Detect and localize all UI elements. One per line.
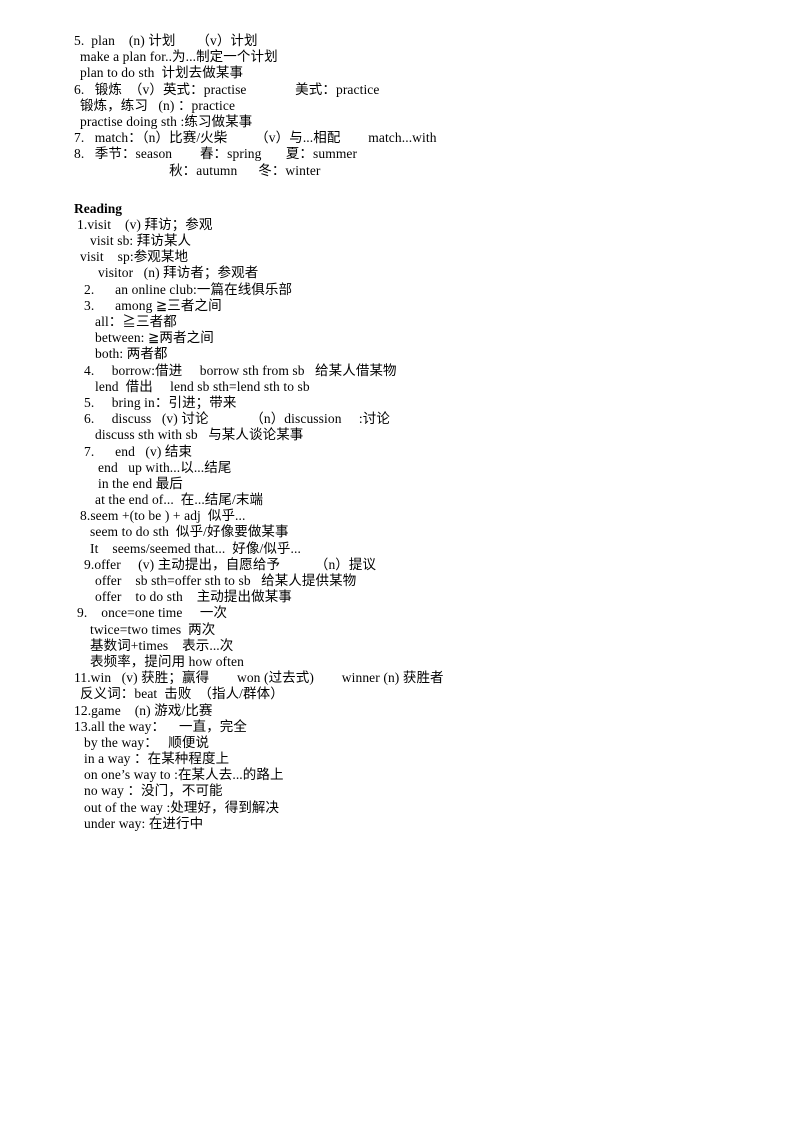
note-line: visit sp:参观某地 — [80, 249, 189, 265]
note-line: 7. match：（n）比赛/火柴 （v）与...相配 match...with — [74, 130, 437, 146]
note-line: It seems/seemed that... 好像/似乎... — [90, 540, 301, 556]
note-line: practise doing sth :练习做某事 — [80, 113, 253, 129]
document-body: 5. plan (n) 计划 （v）计划 make a plan for..为.… — [0, 33, 794, 832]
note-line: 8. 季节：season 春：spring 夏：summer — [74, 146, 358, 162]
note-line: 12.game (n) 游戏/比赛 — [74, 702, 213, 718]
note-line: 9. once=one time 一次 — [77, 605, 228, 621]
note-line: 5. plan (n) 计划 （v）计划 — [74, 33, 258, 48]
note-line: 6. 锻炼 （v）英式：practise 美式：practice — [74, 81, 380, 97]
note-line: visit sb: 拜访某人 — [90, 233, 192, 249]
note-line: 秋：autumn 冬：winter — [110, 162, 321, 178]
note-line: between: ≧两者之间 — [95, 330, 214, 346]
note-line: seem to do sth 似乎/好像要做某事 — [90, 524, 289, 540]
note-line: 4. borrow:借进 borrow sth from sb 给某人借某物 — [84, 362, 397, 378]
note-line: 2. an online club:一篇在线俱乐部 — [84, 281, 293, 297]
note-line: on one’s way to :在某人去...的路上 — [84, 767, 284, 783]
note-line: twice=two times 两次 — [90, 621, 216, 637]
note-line: make a plan for..为...制定一个计划 — [80, 49, 278, 65]
note-line: end up with...以...结尾 — [98, 459, 232, 475]
note-line: under way: 在进行中 — [84, 815, 204, 831]
note-line: 锻炼，练习 (n) ：practice — [80, 97, 236, 113]
section-vocabulary-continued: 5. plan (n) 计划 （v）计划 make a plan for..为.… — [0, 33, 794, 179]
note-line: no way ：没门，不可能 — [84, 783, 223, 799]
section-reading: Reading 1.visit (v) 拜访；参观 visit sb: 拜访某人… — [0, 201, 794, 832]
document-page: 5. plan (n) 计划 （v）计划 make a plan for..为.… — [0, 0, 794, 1123]
note-line: in a way ：在某种程度上 — [84, 751, 230, 767]
note-line: 9.offer (v) 主动提出，自愿给予 （n）提议 — [84, 556, 377, 572]
note-line: by the way： 顺便说 — [84, 734, 210, 750]
note-line: lend 借出 lend sb sth=lend sth to sb — [95, 378, 310, 394]
note-line: offer to do sth 主动提出做某事 — [95, 589, 292, 605]
note-line: discuss sth with sb 与某人谈论某事 — [95, 427, 304, 443]
note-line: 11.win (v) 获胜；赢得 won (过去式) winner (n) 获胜… — [74, 670, 444, 686]
note-line: 基数词+times 表示...次 — [90, 637, 234, 653]
note-line: plan to do sth 计划去做某事 — [80, 65, 244, 81]
note-line: 7. end (v) 结束 — [84, 443, 193, 459]
note-line: 3. among ≧三者之间 — [84, 297, 222, 313]
note-line: 5. bring in：引进；带来 — [84, 394, 237, 410]
section-heading-reading: Reading — [74, 200, 123, 216]
note-line: offer sb sth=offer sth to sb 给某人提供某物 — [95, 573, 357, 588]
note-line: 8.seem +(to be ) + adj 似乎... — [80, 508, 246, 524]
note-line: 表频率，提问用 how often — [90, 653, 244, 669]
note-line: all：≧三者都 — [95, 314, 177, 329]
note-line: out of the way :处理好，得到解决 — [84, 799, 280, 815]
note-line: both: 两者都 — [95, 346, 168, 362]
note-line: 反义词：beat 击败 （指人/群体） — [80, 686, 284, 702]
note-line: at the end of... 在...结尾/末端 — [95, 492, 264, 508]
note-line: visitor (n) 拜访者；参观者 — [98, 265, 259, 281]
note-line: in the end 最后 — [98, 475, 183, 491]
note-line: 13.all the way： 一直，完全 — [74, 718, 248, 734]
note-line: 6. discuss (v) 讨论 （n）discussion :讨论 — [84, 411, 390, 427]
note-line: 1.visit (v) 拜访；参观 — [77, 216, 213, 232]
